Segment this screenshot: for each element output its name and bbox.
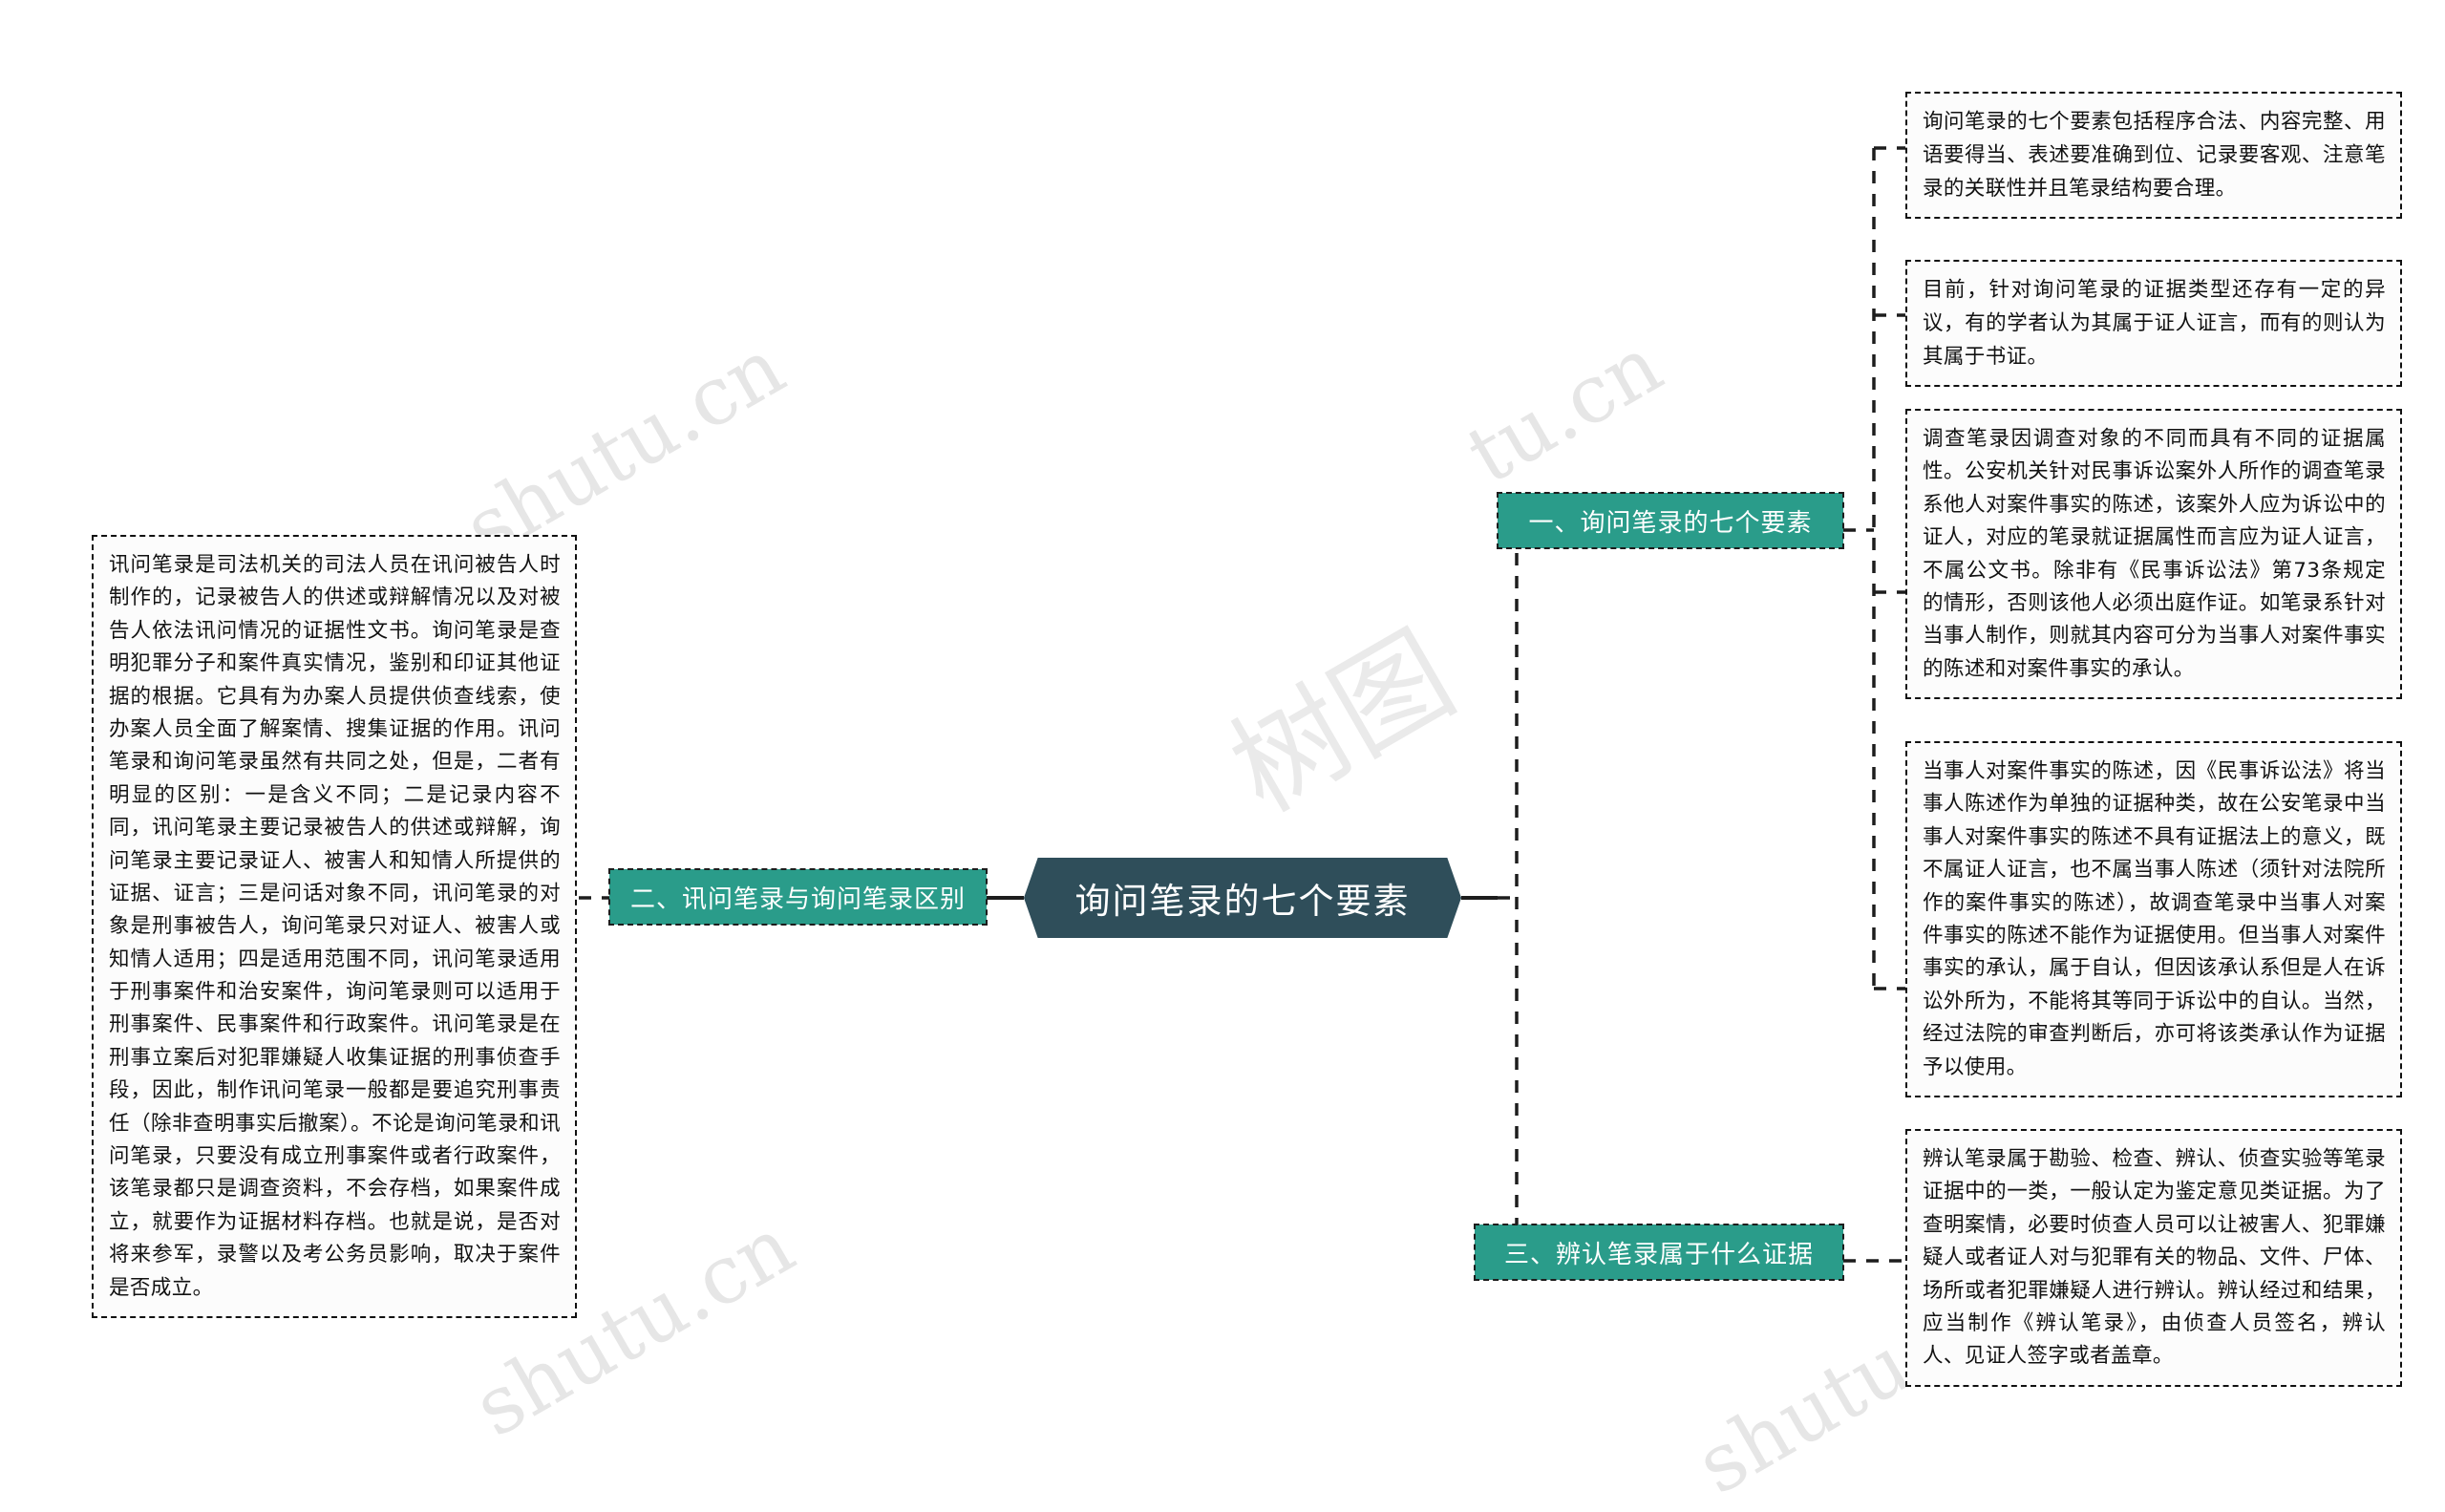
leaf-box-3-1[interactable]: 辨认笔录属于勘验、检查、辨认、侦查实验等笔录证据中的一类，一般认定为鉴定意见类证…: [1905, 1129, 2402, 1387]
branch-node-3-label: 三、辨认笔录属于什么证据: [1503, 1240, 1814, 1269]
branch-node-1[interactable]: 一、询问笔录的七个要素: [1497, 492, 1844, 549]
leaf-box-1-3[interactable]: 调查笔录因调查对象的不同而具有不同的证据属性。公安机关针对民事诉讼案外人所作的调…: [1905, 409, 2402, 700]
mindmap-canvas: shutu.cn tu.cn shutu.cn shutu.cn 树图 询问笔录…: [0, 0, 2445, 1512]
leaf-box-1-1-text: 询问笔录的七个要素包括程序合法、内容完整、用语要得当、表述要准确到位、记录要客观…: [1923, 110, 2386, 201]
leaf-box-2-1[interactable]: 讯问笔录是司法机关的司法人员在讯问被告人时制作的，记录被告人的供述或辩解情况以及…: [92, 535, 577, 1318]
leaf-box-2-1-text: 讯问笔录是司法机关的司法人员在讯问被告人时制作的，记录被告人的供述或辩解情况以及…: [109, 553, 561, 1300]
branch-node-2[interactable]: 二、讯问笔录与询问笔录区别: [608, 868, 988, 926]
branch-node-1-label: 一、询问笔录的七个要素: [1528, 508, 1813, 538]
central-node-label: 询问笔录的七个要素: [1074, 881, 1411, 922]
branch-node-2-label: 二、讯问笔录与询问笔录区别: [629, 884, 966, 914]
leaf-box-3-1-text: 辨认笔录属于勘验、检查、辨认、侦查实验等笔录证据中的一类，一般认定为鉴定意见类证…: [1923, 1147, 2386, 1369]
leaf-box-1-1[interactable]: 询问笔录的七个要素包括程序合法、内容完整、用语要得当、表述要准确到位、记录要客观…: [1905, 92, 2402, 220]
branch-node-3[interactable]: 三、辨认笔录属于什么证据: [1474, 1224, 1844, 1281]
leaf-box-1-2-text: 目前，针对询问笔录的证据类型还存有一定的异议，有的学者认为其属于证人证言，而有的…: [1923, 278, 2386, 369]
leaf-box-1-4-text: 当事人对案件事实的陈述，因《民事诉讼法》将当事人陈述作为单独的证据种类，故在公安…: [1923, 759, 2386, 1079]
leaf-box-1-2[interactable]: 目前，针对询问笔录的证据类型还存有一定的异议，有的学者认为其属于证人证言，而有的…: [1905, 260, 2402, 388]
leaf-box-1-3-text: 调查笔录因调查对象的不同而具有不同的证据属性。公安机关针对民事诉讼案外人所作的调…: [1923, 427, 2386, 681]
central-node[interactable]: 询问笔录的七个要素: [1024, 858, 1461, 938]
leaf-box-1-4[interactable]: 当事人对案件事实的陈述，因《民事诉讼法》将当事人陈述作为单独的证据种类，故在公安…: [1905, 741, 2402, 1097]
